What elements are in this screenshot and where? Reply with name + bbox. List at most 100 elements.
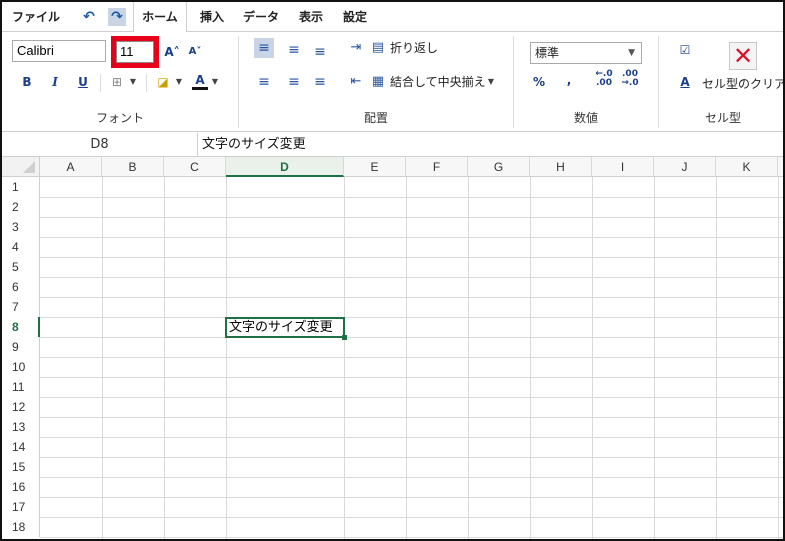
column-header[interactable]: H: [530, 157, 592, 177]
formula-bar: D8 文字のサイズ変更: [2, 133, 783, 157]
row-header[interactable]: 7: [2, 297, 40, 317]
spreadsheet-grid[interactable]: A B C D E F G H I J K 1 2 3 4 5 6 7 8 9 …: [2, 157, 783, 539]
decrease-decimal-button[interactable]: .00 →.0: [620, 70, 640, 90]
clear-format-icon[interactable]: ✕: [729, 42, 757, 70]
column-header[interactable]: E: [344, 157, 406, 177]
row-header[interactable]: 2: [2, 197, 40, 217]
number-format-select[interactable]: 標準 ▼: [530, 42, 642, 64]
tab-insert[interactable]: 挿入: [200, 2, 224, 32]
row-header-active[interactable]: 8: [2, 317, 40, 337]
column-header-active[interactable]: D: [226, 157, 344, 177]
align-top-icon[interactable]: ≡: [254, 38, 274, 58]
border-dropdown-chevron-icon[interactable]: ▼: [128, 72, 138, 92]
merge-center-icon[interactable]: ▦: [368, 72, 388, 92]
number-group-label: 数値: [573, 111, 598, 125]
gridline: [592, 177, 593, 539]
font-name-input[interactable]: Calibri: [12, 40, 106, 62]
column-header[interactable]: J: [654, 157, 716, 177]
divider: [100, 74, 101, 92]
border-icon[interactable]: ⊞: [108, 72, 126, 92]
outdent-icon[interactable]: ⇤: [346, 72, 366, 92]
row-header[interactable]: 9: [2, 337, 40, 357]
align-center-icon[interactable]: ≡: [284, 72, 304, 92]
wrap-text-button[interactable]: 折り返し: [390, 38, 450, 58]
font-shrink-icon[interactable]: A˅: [187, 42, 203, 62]
column-header[interactable]: F: [406, 157, 468, 177]
row-header[interactable]: 6: [2, 277, 40, 297]
gridline: [102, 177, 103, 539]
row-header[interactable]: 4: [2, 237, 40, 257]
italic-button[interactable]: I: [48, 72, 62, 92]
merge-center-button[interactable]: 結合して中央揃え: [390, 72, 496, 92]
row-header[interactable]: 3: [2, 217, 40, 237]
checkbox-icon[interactable]: ☑: [678, 40, 692, 60]
font-grow-icon[interactable]: A˄: [164, 42, 180, 62]
gridline: [40, 457, 783, 458]
column-header[interactable]: I: [592, 157, 654, 177]
row-header[interactable]: 11: [2, 377, 40, 397]
tab-settings[interactable]: 設定: [343, 2, 367, 32]
gridline: [40, 497, 783, 498]
row-header[interactable]: 18: [2, 517, 40, 537]
name-box[interactable]: D8: [2, 133, 198, 156]
gridline: [344, 177, 345, 539]
column-header[interactable]: C: [164, 157, 226, 177]
bold-button[interactable]: B: [20, 72, 34, 92]
redo-icon[interactable]: ↷: [108, 8, 126, 26]
increase-decimal-button[interactable]: ←.0 .00: [594, 70, 614, 90]
row-header[interactable]: 17: [2, 497, 40, 517]
row-header[interactable]: 5: [2, 257, 40, 277]
row-header[interactable]: 15: [2, 457, 40, 477]
align-middle-icon[interactable]: ≡: [284, 40, 304, 60]
align-bottom-icon[interactable]: ≡: [310, 42, 330, 62]
gridline: [40, 237, 783, 238]
gridline: [406, 177, 407, 539]
font-color-dropdown-chevron-icon[interactable]: ▼: [210, 72, 220, 92]
active-cell-d8[interactable]: 文字のサイズ変更: [225, 317, 345, 338]
tab-home[interactable]: ホーム: [133, 2, 187, 33]
column-header[interactable]: K: [716, 157, 778, 177]
row-header[interactable]: 14: [2, 437, 40, 457]
column-header[interactable]: G: [468, 157, 530, 177]
column-header[interactable]: B: [102, 157, 164, 177]
undo-icon[interactable]: ↶: [80, 8, 98, 26]
percent-button[interactable]: %: [532, 72, 546, 92]
select-all-corner[interactable]: [2, 157, 40, 177]
font-size-input[interactable]: 11: [116, 41, 154, 63]
gridline: [40, 417, 783, 418]
gridline: [40, 317, 783, 318]
row-header[interactable]: 13: [2, 417, 40, 437]
row-header[interactable]: 1: [2, 177, 40, 197]
alignment-group-label: 配置: [363, 111, 388, 125]
font-color-icon[interactable]: A: [192, 70, 208, 90]
row-header[interactable]: 16: [2, 477, 40, 497]
fill-color-icon[interactable]: ◪: [154, 72, 172, 92]
column-header[interactable]: A: [40, 157, 102, 177]
clear-cell-format-button[interactable]: セル型のクリア: [702, 74, 783, 94]
gridline: [40, 397, 783, 398]
row-header[interactable]: 12: [2, 397, 40, 417]
tab-data[interactable]: データ: [243, 2, 279, 32]
formula-input[interactable]: 文字のサイズ変更: [202, 133, 306, 156]
menu-file[interactable]: ファイル: [12, 2, 60, 32]
row-header[interactable]: 10: [2, 357, 40, 377]
comma-button[interactable]: ,: [564, 70, 574, 90]
tab-view[interactable]: 表示: [299, 2, 323, 32]
gridline: [40, 357, 783, 358]
menu-bar: ファイル ↶ ↷ ホーム 挿入 データ 表示 設定: [2, 2, 783, 33]
number-format-value: 標準: [535, 46, 560, 60]
wrap-text-icon[interactable]: ▤: [368, 38, 388, 58]
underline-button[interactable]: U: [76, 72, 90, 92]
align-right-icon[interactable]: ≡: [310, 72, 330, 92]
merge-dropdown-chevron-icon[interactable]: ▼: [486, 72, 496, 92]
text-style-icon[interactable]: A: [678, 72, 692, 92]
indent-icon[interactable]: ⇥: [346, 38, 366, 58]
divider: [146, 74, 147, 92]
fill-dropdown-chevron-icon[interactable]: ▼: [174, 72, 184, 92]
fill-handle[interactable]: [342, 335, 347, 340]
gridline: [654, 177, 655, 539]
gridline: [778, 177, 779, 539]
font-size-highlight: 11: [111, 36, 159, 68]
align-left-icon[interactable]: ≡: [254, 72, 274, 92]
column-header[interactable]: [778, 157, 783, 177]
